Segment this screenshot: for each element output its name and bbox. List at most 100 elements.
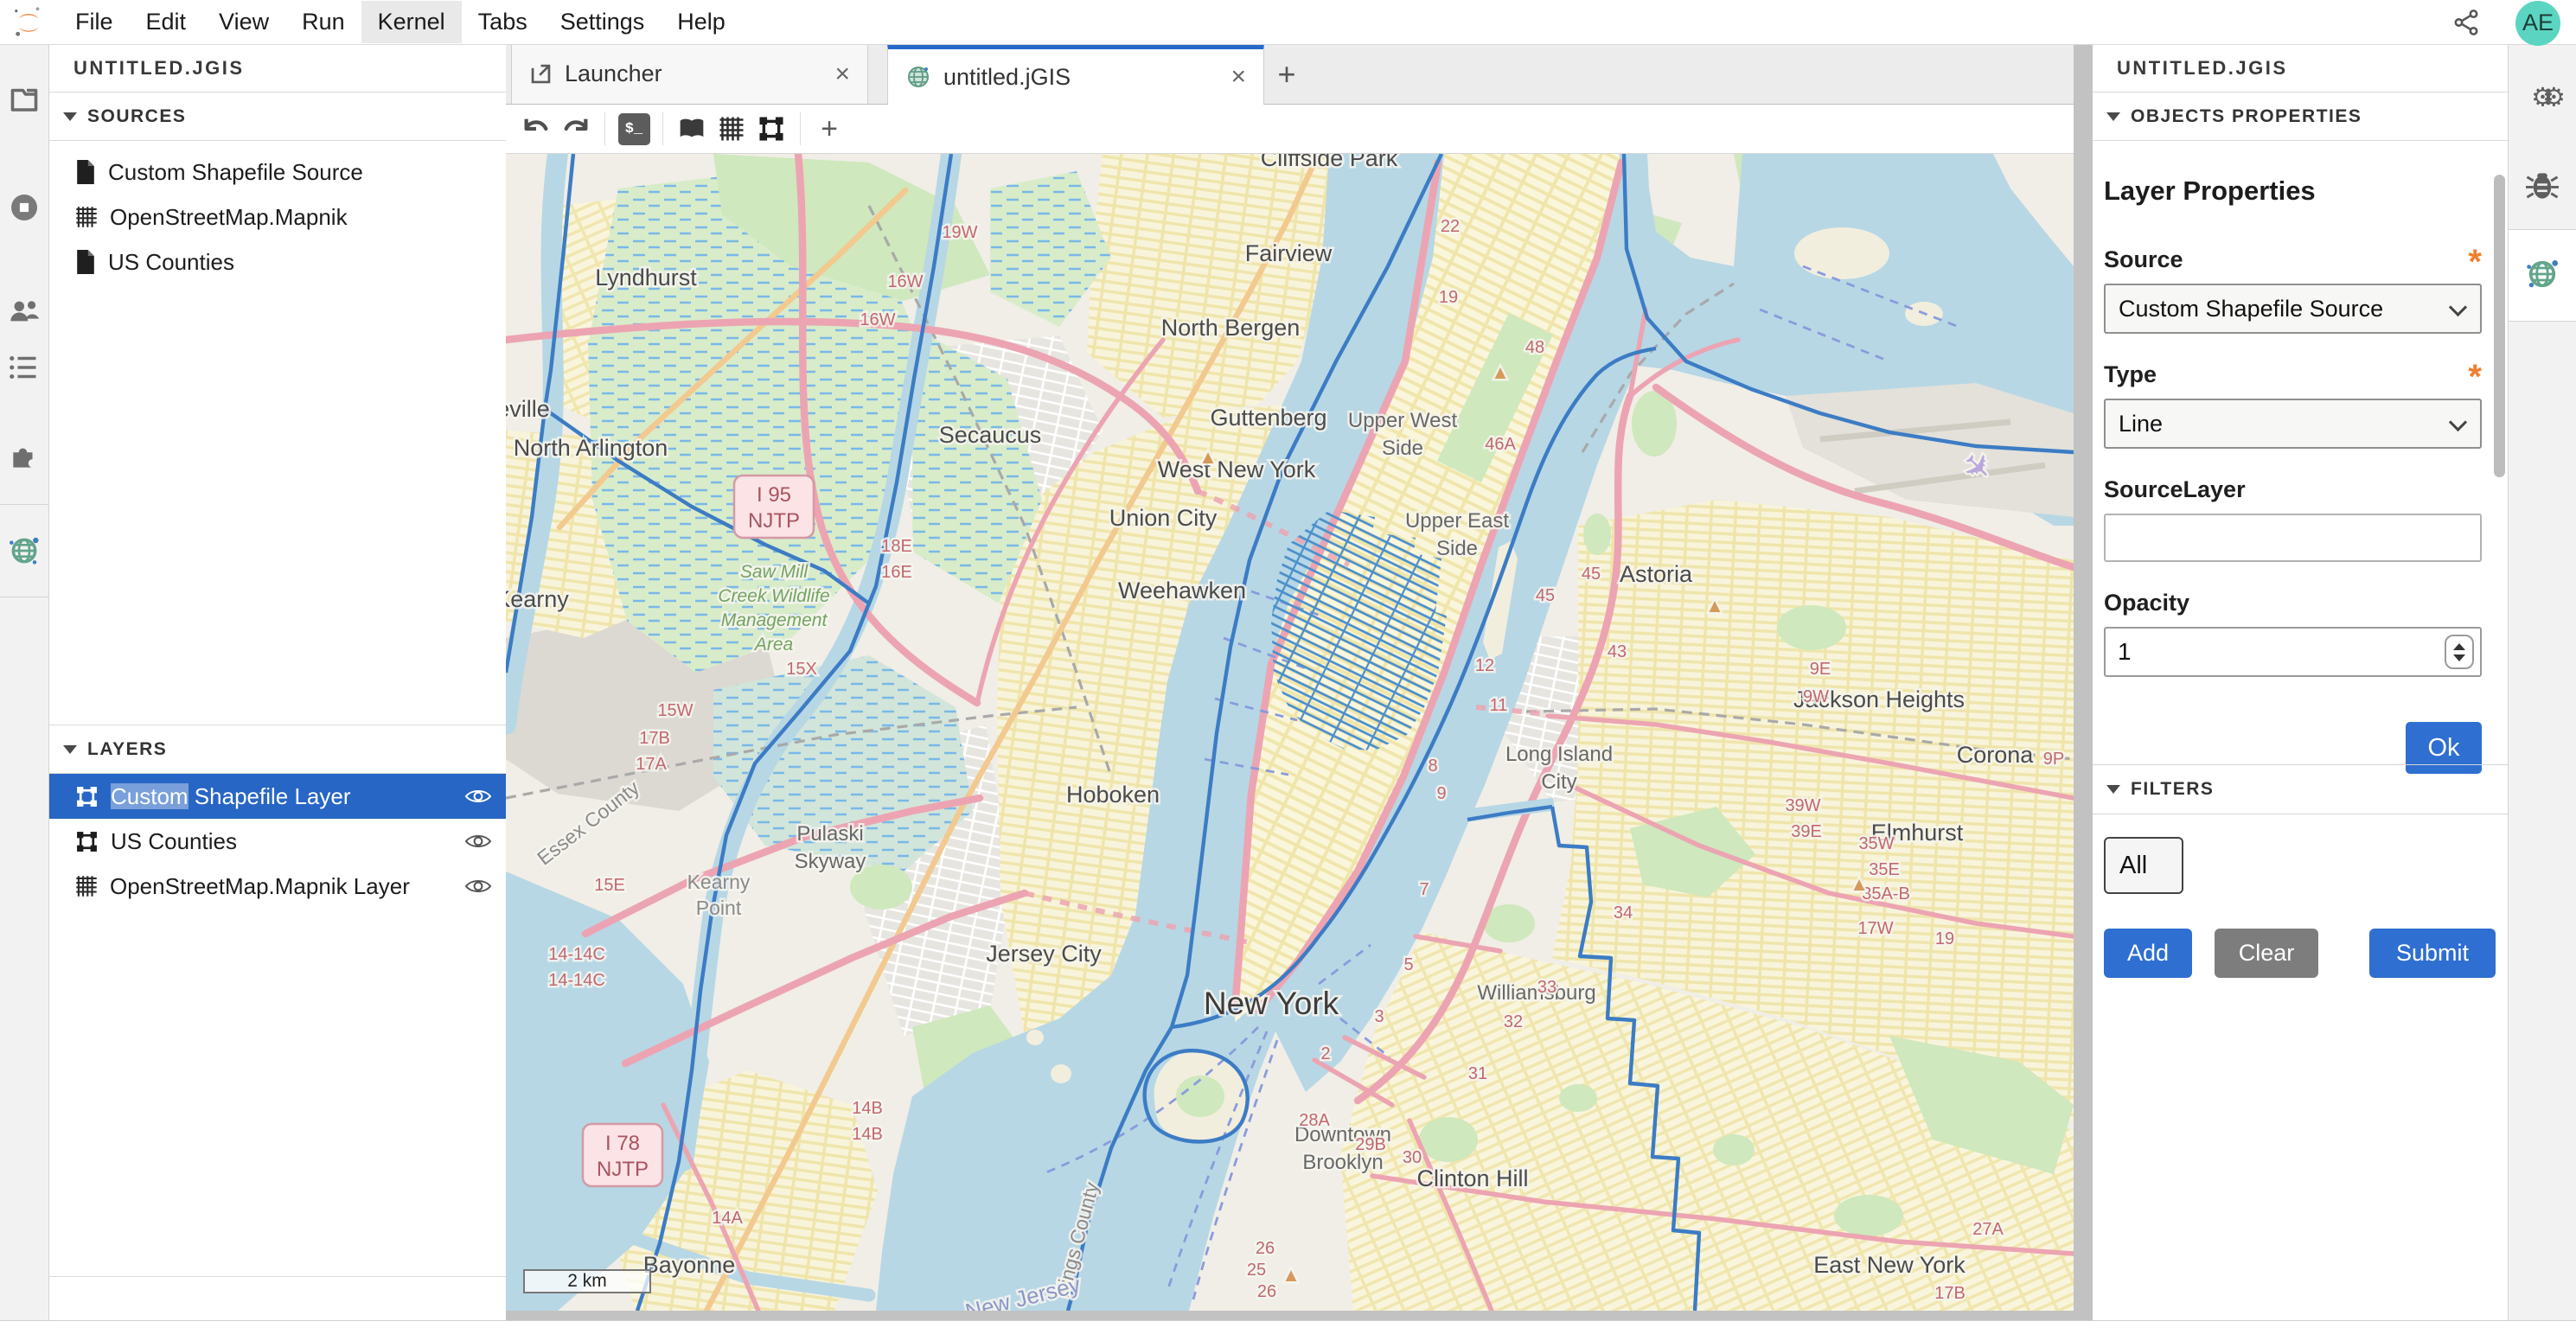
map-label: North Arlington: [514, 435, 668, 461]
right-sidebar: UNTITLED.JGIS OBJECTS PROPERTIES Layer P…: [2093, 45, 2508, 1328]
map-label: 9P: [2043, 750, 2064, 769]
map-label: 18E: [881, 537, 912, 556]
filters-header[interactable]: FILTERS: [2093, 764, 2508, 814]
source-select[interactable]: Custom Shapefile Source: [2104, 284, 2482, 334]
submit-filters-button[interactable]: Submit: [2369, 929, 2496, 978]
add-raster-layer-button[interactable]: [712, 109, 751, 149]
tab-untitled-jgis[interactable]: untitled.jGIS ×: [887, 44, 1264, 105]
map-label: Kearny: [506, 586, 569, 612]
map-label: 29B: [1355, 1135, 1386, 1154]
spinner-up-icon[interactable]: [2453, 643, 2465, 650]
filter-logic-select[interactable]: All: [2104, 837, 2183, 894]
map-label: Side: [1436, 537, 1478, 560]
visibility-eye-icon[interactable]: [464, 877, 492, 896]
spinner-down-icon[interactable]: [2453, 654, 2465, 661]
status-bar: [0, 1320, 2576, 1328]
map-canvas[interactable]: Cliffside ParkFairviewNorth BergenLyndhu…: [506, 154, 2074, 1311]
layers-section-header[interactable]: LAYERS: [49, 725, 506, 774]
map-label: 39E: [1791, 822, 1822, 841]
map-label: 14-14C: [548, 945, 605, 964]
sourcelayer-input[interactable]: [2104, 514, 2482, 562]
map-label: 17W: [1857, 919, 1893, 938]
map-label: 39W: [1785, 796, 1820, 815]
collaborators-icon[interactable]: [7, 298, 42, 324]
close-tab-icon[interactable]: ×: [1208, 62, 1246, 92]
extensions-puzzle-icon[interactable]: [8, 440, 41, 473]
debugger-bug-icon[interactable]: [2526, 170, 2559, 201]
menu-file[interactable]: File: [59, 1, 130, 43]
left-sidebar: UNTITLED.JGIS SOURCES Custom Shapefile S…: [49, 45, 506, 1328]
toolbar-separator: [604, 112, 605, 145]
source-item-openstreetmap[interactable]: OpenStreetMap.Mapnik: [49, 195, 506, 239]
menu-kernel[interactable]: Kernel: [361, 1, 462, 43]
map-label: 16E: [881, 563, 912, 582]
share-icon[interactable]: [2451, 8, 2481, 37]
jupytergis-globe-icon[interactable]: [2524, 256, 2560, 292]
map-label: New York: [1204, 986, 1339, 1021]
map-label: 5: [1403, 955, 1413, 974]
map-toolbar: $_ +: [506, 105, 2074, 154]
menu-run[interactable]: Run: [285, 1, 361, 43]
jupytergis-globe-icon[interactable]: [7, 533, 42, 568]
add-vector-layer-button[interactable]: [751, 109, 791, 149]
file-browser-icon[interactable]: [9, 85, 40, 114]
type-field: Type * Line: [2104, 361, 2482, 449]
clear-filters-button[interactable]: Clear: [2215, 929, 2318, 978]
filter-buttons-row: Add Clear Submit: [2104, 929, 2496, 978]
layer-item-custom-shapefile[interactable]: Custom Shapefile Layer: [49, 774, 506, 819]
layer-item-us-counties[interactable]: US Counties: [49, 819, 506, 864]
menu-tabs[interactable]: Tabs: [462, 1, 544, 43]
map-label: 14-14C: [548, 971, 605, 990]
objects-properties-header[interactable]: OBJECTS PROPERTIES: [2093, 93, 2508, 141]
chevron-down-icon: [2449, 298, 2467, 316]
add-layer-button[interactable]: +: [809, 109, 849, 149]
map-label: 46A: [1485, 435, 1516, 454]
map-label: 11: [1490, 696, 1508, 715]
close-tab-icon[interactable]: ×: [812, 60, 850, 89]
source-item-us-counties[interactable]: US Counties: [49, 239, 506, 284]
type-select[interactable]: Line: [2104, 399, 2482, 449]
new-tab-button[interactable]: +: [1264, 44, 1309, 104]
table-of-contents-icon[interactable]: [9, 354, 40, 380]
opacity-input[interactable]: [2104, 627, 2482, 677]
menu-view[interactable]: View: [202, 1, 285, 43]
redo-button[interactable]: [556, 109, 596, 149]
map-viewport[interactable]: Cliffside ParkFairviewNorth BergenLyndhu…: [506, 154, 2074, 1311]
map-label: ▲: [1705, 595, 1724, 616]
chevron-down-icon: [2449, 413, 2467, 431]
required-asterisk: *: [2468, 243, 2482, 282]
panel-scrollbar[interactable]: [2494, 175, 2505, 477]
toolbar-separator: [800, 112, 801, 145]
jupytergis-window: File Edit View Run Kernel Tabs Settings …: [0, 0, 2576, 1328]
add-filter-button[interactable]: Add: [2104, 929, 2192, 978]
map-label: 35A-B: [1862, 884, 1910, 903]
layers-section: LAYERS Custom Shapefile Layer US Cou: [49, 725, 506, 909]
user-avatar[interactable]: AE: [2515, 1, 2560, 46]
property-inspector-gears-icon[interactable]: ⚙⚙: [2531, 83, 2554, 113]
map-label: Management: [721, 610, 828, 630]
tab-launcher[interactable]: Launcher ×: [511, 44, 868, 104]
basemap-gallery-button[interactable]: [672, 109, 712, 149]
sources-section-header[interactable]: SOURCES: [49, 93, 506, 141]
left-activity-rail: [0, 45, 49, 1328]
map-label: 16W: [860, 310, 895, 329]
caret-down-icon: [63, 745, 77, 754]
number-spinner[interactable]: [2445, 635, 2474, 669]
map-label: Upper East: [1405, 509, 1509, 533]
panel-splitter[interactable]: [2074, 45, 2093, 1328]
layer-item-openstreetmap[interactable]: OpenStreetMap.Mapnik Layer: [49, 864, 506, 909]
running-terminals-icon[interactable]: [9, 192, 40, 223]
menu-edit[interactable]: Edit: [130, 1, 203, 43]
map-label: 16W: [887, 272, 923, 291]
map-label: 25: [1247, 1261, 1266, 1280]
visibility-eye-icon[interactable]: [464, 832, 492, 851]
map-label: 22: [1441, 217, 1460, 236]
undo-button[interactable]: [516, 109, 556, 149]
map-label: Area: [753, 635, 793, 654]
visibility-eye-icon[interactable]: [464, 787, 492, 806]
source-item-custom-shapefile[interactable]: Custom Shapefile Source: [49, 150, 506, 195]
menu-settings[interactable]: Settings: [544, 1, 662, 43]
sources-list: Custom Shapefile Source OpenStreetMap.Ma…: [49, 141, 506, 284]
menu-help[interactable]: Help: [661, 1, 742, 43]
console-button[interactable]: $_: [614, 109, 654, 149]
